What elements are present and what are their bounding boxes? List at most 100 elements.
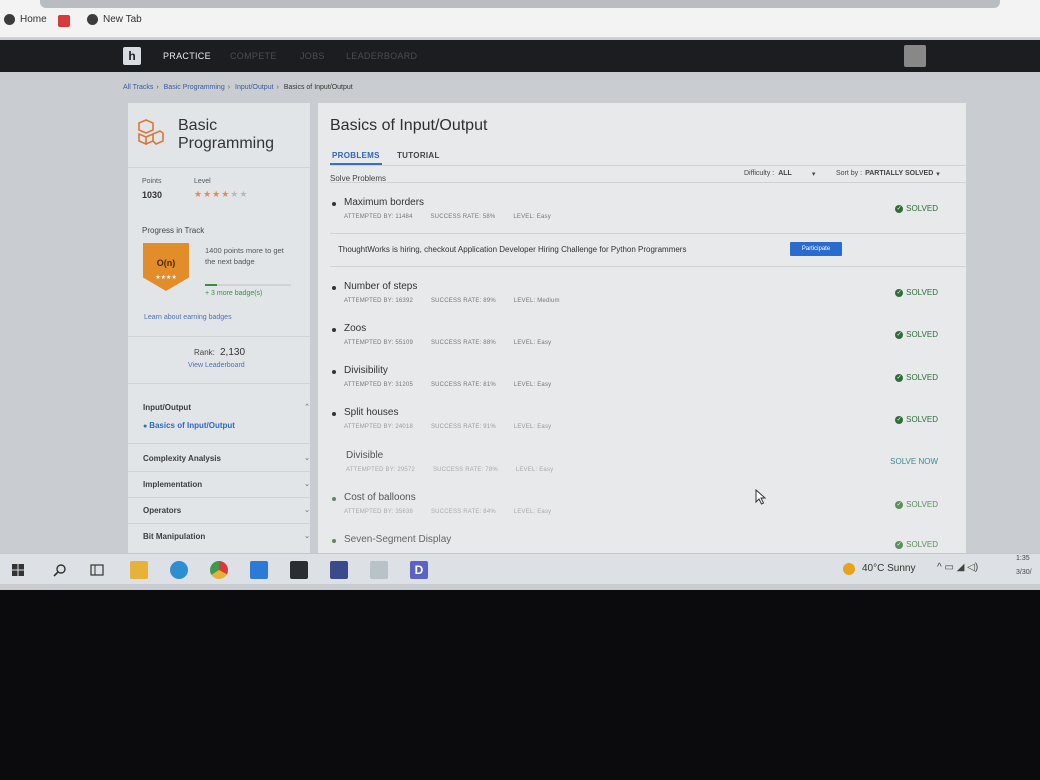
solved-status[interactable]: ✓ SOLVED xyxy=(895,288,938,297)
problem-name[interactable]: Zoos xyxy=(344,323,366,334)
nav-compete[interactable]: COMPETE xyxy=(230,51,277,61)
solved-status[interactable]: ✓ SOLVED xyxy=(895,540,938,549)
difficulty-label: Difficulty : xyxy=(744,170,775,177)
problem-row[interactable]: Split houses ATTEMPTED BY: 24018 SUCCESS… xyxy=(332,407,952,447)
menu-operators[interactable]: Operators ⌄ xyxy=(143,506,310,515)
status-label: SOLVED xyxy=(906,373,938,382)
problem-row[interactable]: Seven-Segment Display ✓ SOLVED xyxy=(332,534,952,553)
file-explorer-icon[interactable] xyxy=(130,561,148,579)
menu-complexity-analysis[interactable]: Complexity Analysis ⌄ xyxy=(143,454,310,463)
problem-level: LEVEL: Easy xyxy=(513,214,551,220)
weather-widget[interactable]: 40°C Sunny xyxy=(862,563,915,574)
problem-name[interactable]: Divisible xyxy=(346,450,383,461)
sort-value: PARTIALLY SOLVED xyxy=(865,170,934,177)
menu-input-output[interactable]: Input/Output ⌃ xyxy=(143,403,310,412)
problems-panel: Basics of Input/Output PROBLEMS TUTORIAL… xyxy=(318,103,966,553)
bookmark-new-tab[interactable]: New Tab xyxy=(87,14,142,25)
view-leaderboard-link[interactable]: View Leaderboard xyxy=(188,362,245,369)
windows-start-icon[interactable] xyxy=(12,564,24,576)
difficulty-filter[interactable]: Difficulty : ALL ▾ xyxy=(744,170,815,178)
app-bookmark-icon[interactable] xyxy=(58,15,70,27)
breadcrumb-input-output[interactable]: Input/Output xyxy=(235,84,274,91)
menu-label: Input/Output xyxy=(143,403,191,412)
breadcrumb-current: Basics of Input/Output xyxy=(283,84,353,91)
problem-row[interactable]: Cost of balloons ATTEMPTED BY: 35638 SUC… xyxy=(332,492,952,532)
check-circle-icon: ✓ xyxy=(895,288,904,297)
problem-name[interactable]: Seven-Segment Display xyxy=(344,534,451,545)
check-circle-icon: ✓ xyxy=(895,540,904,549)
problem-name[interactable]: Number of steps xyxy=(344,281,417,292)
task-view-icon[interactable] xyxy=(90,563,104,577)
participate-button[interactable]: Participate xyxy=(790,242,842,256)
tab-problems[interactable]: PROBLEMS xyxy=(332,151,380,160)
more-badges-link[interactable]: + 3 more badge(s) xyxy=(205,290,262,297)
edge-browser-icon[interactable] xyxy=(170,561,188,579)
solved-status[interactable]: ✓ SOLVED xyxy=(895,204,938,213)
bookmarks-bar: Home New Tab xyxy=(0,0,1040,38)
problem-name[interactable]: Divisibility xyxy=(344,365,388,376)
problem-row[interactable]: Number of steps ATTEMPTED BY: 16392 SUCC… xyxy=(332,281,952,321)
problem-row[interactable]: Divisibility ATTEMPTED BY: 31205 SUCCESS… xyxy=(332,365,952,405)
laptop-screen: Home New Tab h PRACTICE COMPETE JOBS LEA… xyxy=(0,0,1040,590)
windows-taskbar: D 40°C Sunny ^ ▭ ◢ ◁) 1:35 3/30/ xyxy=(0,553,1040,584)
learn-badges-link[interactable]: Learn about earning badges xyxy=(144,314,232,321)
problem-name[interactable]: Cost of balloons xyxy=(344,492,416,503)
solved-status[interactable]: ✓ SOLVED xyxy=(895,500,938,509)
solved-status[interactable]: ✓ SOLVED xyxy=(895,415,938,424)
clock-time[interactable]: 1:35 xyxy=(1016,555,1030,562)
nav-practice[interactable]: PRACTICE xyxy=(163,51,211,61)
tab-tutorial[interactable]: TUTORIAL xyxy=(397,151,440,160)
globe-icon xyxy=(4,14,15,25)
app-d-icon[interactable]: D xyxy=(410,561,428,579)
sort-dropdown[interactable]: Sort by : PARTIALLY SOLVED ▾ xyxy=(836,170,940,178)
system-tray-icons[interactable]: ^ ▭ ◢ ◁) xyxy=(937,562,978,573)
rank-value: 2,130 xyxy=(220,347,246,358)
success-rate: SUCCESS RATE: 81% xyxy=(430,382,496,388)
terminal-icon[interactable] xyxy=(290,561,308,579)
devcpp-icon[interactable] xyxy=(330,561,348,579)
menu-basics-input-output[interactable]: ● Basics of Input/Output xyxy=(143,421,235,430)
solve-now-button[interactable]: SOLVE NOW xyxy=(890,457,938,466)
nav-jobs[interactable]: JOBS xyxy=(300,51,325,61)
bookmark-home[interactable]: Home xyxy=(4,14,47,25)
caret-down-icon: ▾ xyxy=(936,171,940,178)
avatar[interactable] xyxy=(904,45,926,67)
app-window-icon[interactable] xyxy=(370,561,388,579)
problem-row[interactable]: Maximum borders ATTEMPTED BY: 11484 SUCC… xyxy=(332,197,952,237)
address-bar-strip xyxy=(40,0,1000,8)
chrome-icon[interactable] xyxy=(210,561,228,579)
menu-bit-manipulation[interactable]: Bit Manipulation ⌄ xyxy=(143,532,310,541)
solved-status[interactable]: ✓ SOLVED xyxy=(895,373,938,382)
site-logo[interactable]: h xyxy=(123,47,141,65)
sort-label: Sort by : xyxy=(836,170,863,177)
problem-row[interactable]: Zoos ATTEMPTED BY: 55109 SUCCESS RATE: 8… xyxy=(332,323,952,363)
bookmark-label: Home xyxy=(20,14,47,25)
check-circle-icon: ✓ xyxy=(895,500,904,509)
points-needed-text: 1400 points more to get the next badge xyxy=(205,246,284,266)
solved-status[interactable]: ✓ SOLVED xyxy=(895,330,938,339)
caret-down-icon: ▾ xyxy=(811,171,816,178)
clock-date[interactable]: 3/30/ xyxy=(1016,569,1032,576)
tab-divider xyxy=(330,165,966,166)
problem-name[interactable]: Split houses xyxy=(344,407,398,418)
bookmark-label: New Tab xyxy=(103,14,142,25)
vscode-icon[interactable] xyxy=(250,561,268,579)
breadcrumb-basic-programming[interactable]: Basic Programming xyxy=(164,84,225,91)
check-circle-icon: ✓ xyxy=(895,204,904,213)
problem-level: LEVEL: Easy xyxy=(513,509,552,515)
difficulty-value: ALL xyxy=(778,170,792,177)
menu-implementation[interactable]: Implementation ⌄ xyxy=(143,480,310,489)
breadcrumb-all-tracks[interactable]: All Tracks xyxy=(123,84,153,91)
menu-label: Operators xyxy=(143,506,182,515)
problem-level: LEVEL: Easy xyxy=(513,340,552,346)
problem-row[interactable]: Divisible ATTEMPTED BY: 29572 SUCCESS RA… xyxy=(332,450,952,490)
problem-name[interactable]: Maximum borders xyxy=(344,197,424,208)
site-header: h PRACTICE COMPETE JOBS LEADERBOARD xyxy=(0,40,1040,72)
check-circle-icon: ✓ xyxy=(895,415,904,424)
chevron-down-icon: ⌄ xyxy=(304,507,310,514)
search-icon[interactable] xyxy=(53,563,67,577)
level-stars: ★★★★★★ xyxy=(194,189,249,199)
nav-leaderboard[interactable]: LEADERBOARD xyxy=(346,51,417,61)
problem-meta: ATTEMPTED BY: 31205 SUCCESS RATE: 81% LE… xyxy=(344,382,567,388)
status-label: SOLVED xyxy=(906,330,938,339)
